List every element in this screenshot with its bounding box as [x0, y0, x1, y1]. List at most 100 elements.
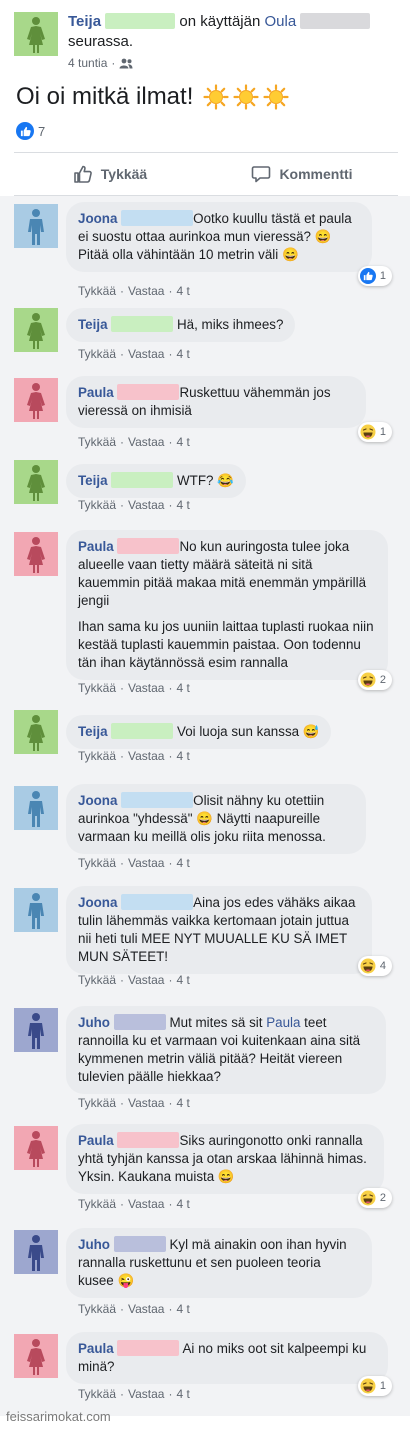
redacted-surname — [111, 472, 174, 488]
comment-reactions[interactable]: 1 — [357, 266, 392, 286]
comment-reactions[interactable]: 4 — [357, 956, 392, 976]
comment-author[interactable]: Teija — [78, 317, 108, 332]
comment-reactions[interactable]: 2 — [357, 1188, 392, 1208]
friends-icon[interactable] — [119, 58, 133, 69]
comment: Teija WTF? 😂 Tykkää · Vastaa · 4 t — [0, 458, 410, 518]
comment-like-link[interactable]: Tykkää — [78, 1096, 116, 1110]
comment-like-link[interactable]: Tykkää — [78, 681, 116, 695]
comment-like-link[interactable]: Tykkää — [78, 435, 116, 449]
comment-like-link[interactable]: Tykkää — [78, 973, 116, 987]
like-button[interactable]: Tykkää — [14, 153, 206, 195]
avatar[interactable] — [14, 378, 58, 422]
comment-time[interactable]: 4 t — [176, 973, 189, 987]
post-header: Teija on käyttäjän Oula seurassa. — [68, 12, 398, 52]
comment-author[interactable]: Joona — [78, 793, 117, 808]
redacted-surname — [105, 13, 176, 29]
comment-reply-link[interactable]: Vastaa — [128, 1096, 164, 1110]
sun-icon — [263, 84, 289, 110]
comment-author[interactable]: Paula — [78, 385, 114, 400]
comment: Paula No kun auringosta tulee joka aluee… — [0, 530, 410, 700]
comment-author[interactable]: Juho — [78, 1015, 110, 1030]
avatar[interactable] — [14, 1126, 58, 1170]
comment-like-link[interactable]: Tykkää — [78, 347, 116, 361]
post-action-bar: Tykkää Kommentti — [14, 152, 398, 196]
comment-reactions[interactable]: 2 — [357, 670, 392, 690]
comment-actions: Tykkää · Vastaa · 4 t — [78, 681, 190, 695]
avatar[interactable] — [14, 786, 58, 830]
comment-time[interactable]: 4 t — [176, 1096, 189, 1110]
comment-time[interactable]: 4 t — [176, 749, 189, 763]
mention-link[interactable]: Paula — [266, 1015, 300, 1030]
comment-time[interactable]: 4 t — [176, 435, 189, 449]
avatar[interactable] — [14, 532, 58, 576]
redacted-surname — [117, 384, 180, 400]
comment-reply-link[interactable]: Vastaa — [128, 681, 164, 695]
comment-author[interactable]: Teija — [78, 473, 108, 488]
comment-author[interactable]: Paula — [78, 1133, 114, 1148]
post-time[interactable]: 4 tuntia — [68, 56, 107, 70]
watermark: feissarimokat.com — [6, 1409, 111, 1424]
comment-reply-link[interactable]: Vastaa — [128, 1387, 164, 1401]
comment-author[interactable]: Teija — [78, 724, 108, 739]
comment-text: Ruskettuu vähemmän jos vieressä on ihmis… — [78, 385, 331, 418]
comment-time[interactable]: 4 t — [176, 856, 189, 870]
comment-author[interactable]: Paula — [78, 539, 114, 554]
comment-time[interactable]: 4 t — [176, 1387, 189, 1401]
comment-reply-link[interactable]: Vastaa — [128, 749, 164, 763]
comment-time[interactable]: 4 t — [176, 1302, 189, 1316]
comment-author[interactable]: Paula — [78, 1341, 114, 1356]
comment-button[interactable]: Kommentti — [206, 153, 398, 195]
avatar[interactable] — [14, 1334, 58, 1378]
comment-like-link[interactable]: Tykkää — [78, 1387, 116, 1401]
comment-like-link[interactable]: Tykkää — [78, 856, 116, 870]
comment-text: Aina jos edes vähäks aikaa tulin lähemmä… — [78, 895, 356, 964]
avatar[interactable] — [14, 710, 58, 754]
comment-like-link[interactable]: Tykkää — [78, 498, 116, 512]
post-reactions[interactable]: 7 — [16, 122, 45, 140]
comment-time[interactable]: 4 t — [176, 1197, 189, 1211]
avatar[interactable] — [14, 1008, 58, 1052]
comment-reply-link[interactable]: Vastaa — [128, 856, 164, 870]
comment-bubble: Joona Ootko kuullu tästä et paula ei suo… — [66, 202, 372, 272]
avatar[interactable] — [14, 204, 58, 248]
comment-reactions[interactable]: 1 — [357, 422, 392, 442]
comment-time[interactable]: 4 t — [176, 681, 189, 695]
post-message-text: Oi oi mitkä ilmat! — [16, 83, 194, 110]
comment-reactions[interactable]: 1 — [357, 1376, 392, 1396]
comment-author[interactable]: Juho — [78, 1237, 110, 1252]
like-button-label: Tykkää — [100, 166, 148, 182]
comment-list: Joona Ootko kuullu tästä et paula ei suo… — [0, 196, 410, 1416]
comment-icon — [252, 166, 271, 183]
comment-time[interactable]: 4 t — [176, 347, 189, 361]
comment-author[interactable]: Joona — [78, 211, 117, 226]
redacted-surname — [121, 210, 194, 226]
avatar[interactable] — [14, 308, 58, 352]
redacted-surname — [121, 792, 194, 808]
post-following-text: seurassa. — [68, 33, 134, 50]
comment-text: Hä, miks ihmees? — [177, 317, 284, 332]
avatar[interactable] — [14, 1230, 58, 1274]
comment-like-link[interactable]: Tykkää — [78, 284, 116, 298]
avatar[interactable] — [14, 460, 58, 504]
haha-icon — [360, 672, 376, 688]
avatar[interactable] — [14, 12, 58, 56]
comment-actions: Tykkää · Vastaa · 4 t — [78, 749, 190, 763]
comment-reply-link[interactable]: Vastaa — [128, 284, 164, 298]
comment-reply-link[interactable]: Vastaa — [128, 973, 164, 987]
comment-reply-link[interactable]: Vastaa — [128, 498, 164, 512]
post-author[interactable]: Teija — [68, 13, 101, 30]
comment-reply-link[interactable]: Vastaa — [128, 1302, 164, 1316]
like-count: 7 — [38, 123, 46, 139]
tagged-user[interactable]: Oula — [264, 13, 296, 30]
comment-reply-link[interactable]: Vastaa — [128, 1197, 164, 1211]
avatar[interactable] — [14, 888, 58, 932]
comment-reply-link[interactable]: Vastaa — [128, 347, 164, 361]
comment-like-link[interactable]: Tykkää — [78, 749, 116, 763]
comment-like-link[interactable]: Tykkää — [78, 1302, 116, 1316]
comment-like-link[interactable]: Tykkää — [78, 1197, 116, 1211]
comment-time[interactable]: 4 t — [176, 498, 189, 512]
comment-author[interactable]: Joona — [78, 895, 117, 910]
comment-reply-link[interactable]: Vastaa — [128, 435, 164, 449]
comment-actions: Tykkää · Vastaa · 4 t — [78, 856, 190, 870]
comment-time[interactable]: 4 t — [176, 284, 189, 298]
